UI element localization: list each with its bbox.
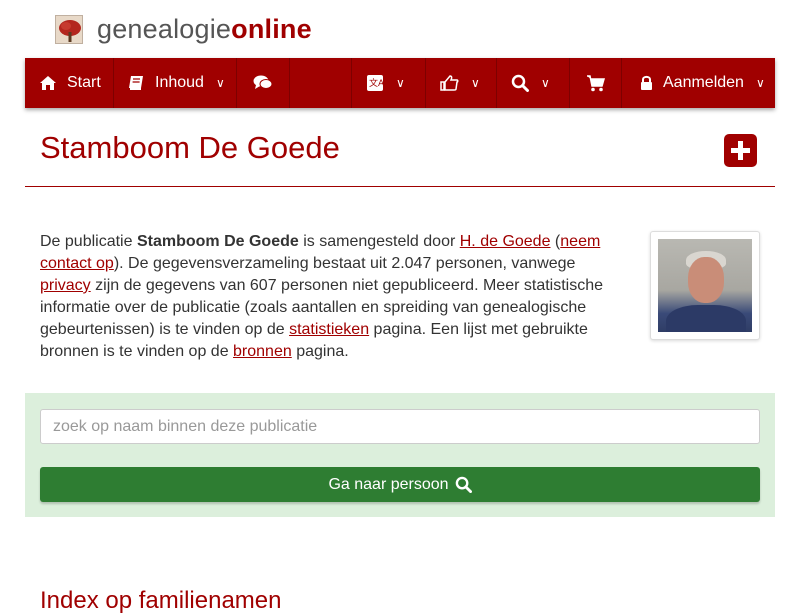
author-photo-image <box>658 239 752 332</box>
nav-forum[interactable] <box>237 58 290 108</box>
chevron-down-icon: ∨ <box>396 76 405 90</box>
svg-text:文A: 文A <box>369 77 384 89</box>
nav-inhoud[interactable]: Inhoud ∨ <box>114 58 237 108</box>
privacy-link[interactable]: privacy <box>40 277 91 294</box>
intro-text: De publicatie <box>40 233 137 250</box>
chevron-down-icon: ∨ <box>471 76 480 90</box>
author-photo[interactable] <box>650 231 760 340</box>
nav-spacer <box>290 58 352 108</box>
statistics-link[interactable]: statistieken <box>289 321 369 338</box>
nav-inhoud-label: Inhoud <box>155 74 204 91</box>
add-icon[interactable] <box>724 134 757 167</box>
chevron-down-icon: ∨ <box>755 76 765 90</box>
nav-language[interactable]: 文A ∨ <box>352 58 426 108</box>
comments-icon <box>253 75 273 91</box>
thumbs-up-icon <box>440 75 459 91</box>
intro-text: ). De gegevensverzameling bestaat uit 2.… <box>113 255 576 272</box>
tree-logo-icon <box>55 15 83 44</box>
nav-shop[interactable] <box>570 58 622 108</box>
intro-text: ( <box>550 233 561 250</box>
go-to-person-label: Ga naar persoon <box>328 475 449 493</box>
nav-start-label: Start <box>67 74 101 91</box>
translate-icon: 文A <box>366 74 384 92</box>
search-icon <box>455 476 472 493</box>
home-icon <box>39 75 57 91</box>
publication-intro: De publicatie Stamboom De Goede is samen… <box>40 231 605 363</box>
intro-text: is samengesteld door <box>298 233 460 250</box>
site-name: genealogieonline <box>97 14 312 44</box>
book-icon <box>128 75 145 91</box>
shopping-cart-icon <box>586 74 605 92</box>
main-navigation: Start Inhoud ∨ 文A ∨ ∨ ∨ Aanmelden ∨ <box>25 58 775 108</box>
nav-share[interactable]: ∨ <box>426 58 497 108</box>
site-logo[interactable]: genealogieonline <box>55 14 312 45</box>
nav-start[interactable]: Start <box>25 58 114 108</box>
lock-icon <box>640 75 653 91</box>
nav-login-label: Aanmelden <box>663 74 744 91</box>
sources-link[interactable]: bronnen <box>233 343 292 360</box>
intro-text: pagina. <box>291 343 349 360</box>
person-search-input[interactable] <box>40 409 760 444</box>
author-link[interactable]: H. de Goede <box>460 233 551 250</box>
search-icon <box>511 74 529 92</box>
page-title: Stamboom De Goede <box>40 130 340 165</box>
nav-login[interactable]: Aanmelden ∨ <box>622 58 775 108</box>
nav-search[interactable]: ∨ <box>497 58 570 108</box>
title-divider <box>25 186 775 187</box>
surname-index-heading: Index op familienamen <box>40 587 282 614</box>
chevron-down-icon: ∨ <box>215 76 225 90</box>
go-to-person-button[interactable]: Ga naar persoon <box>40 467 760 502</box>
publication-name: Stamboom De Goede <box>136 233 299 250</box>
person-search-panel: Ga naar persoon <box>25 393 775 517</box>
chevron-down-icon: ∨ <box>541 76 550 90</box>
